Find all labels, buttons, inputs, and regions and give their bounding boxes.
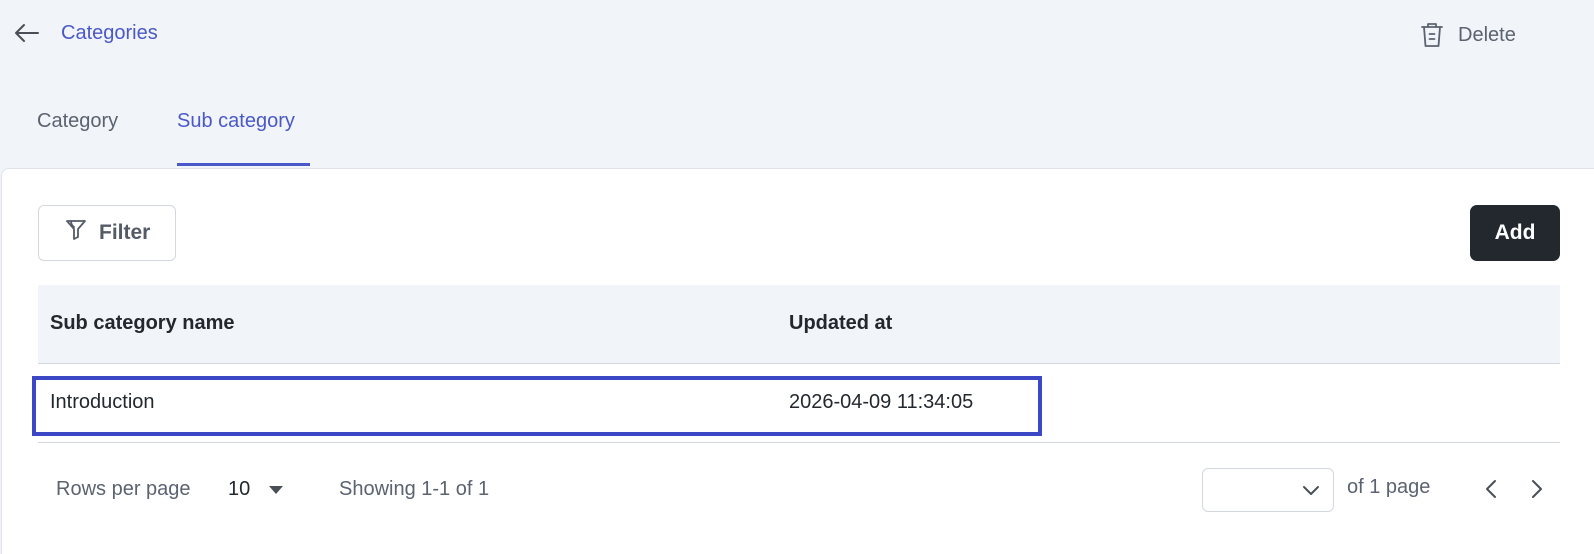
tab-category[interactable]: Category xyxy=(37,110,118,133)
filter-icon xyxy=(65,218,87,248)
next-page-button[interactable] xyxy=(1522,476,1552,506)
arrow-left-icon xyxy=(14,23,40,48)
trash-icon xyxy=(1420,21,1444,49)
active-tab-indicator xyxy=(177,163,310,166)
column-header-updated-at[interactable]: Updated at xyxy=(789,312,892,335)
cell-sub-category-name: Introduction xyxy=(50,391,155,413)
caret-down-icon xyxy=(268,478,284,501)
tab-sub-category[interactable]: Sub category xyxy=(177,110,295,133)
rows-per-page-value: 10 xyxy=(228,477,251,500)
page-count-label: of 1 page xyxy=(1347,476,1431,498)
table-row[interactable]: Introduction 2026-04-09 11:34:05 xyxy=(38,365,1560,443)
page-select[interactable] xyxy=(1202,468,1334,512)
delete-label: Delete xyxy=(1458,23,1516,46)
chevron-right-icon xyxy=(1531,479,1543,504)
filter-button[interactable]: Filter xyxy=(38,205,176,261)
rows-per-page-select[interactable]: 10 xyxy=(228,472,298,506)
previous-page-button[interactable] xyxy=(1476,476,1506,506)
page-header: Categories Delete xyxy=(0,0,1594,70)
back-button[interactable] xyxy=(12,20,42,50)
column-header-name[interactable]: Sub category name xyxy=(50,312,235,335)
table-header: Sub category name Updated at xyxy=(38,285,1560,364)
rows-per-page-label: Rows per page xyxy=(56,478,191,500)
showing-count: Showing 1-1 of 1 xyxy=(339,478,490,500)
add-button[interactable]: Add xyxy=(1470,205,1560,261)
chevron-left-icon xyxy=(1485,479,1497,504)
cell-updated-at: 2026-04-09 11:34:05 xyxy=(789,391,974,413)
delete-button[interactable]: Delete xyxy=(1420,18,1516,52)
filter-label: Filter xyxy=(99,221,151,244)
breadcrumb-categories[interactable]: Categories xyxy=(61,22,158,45)
